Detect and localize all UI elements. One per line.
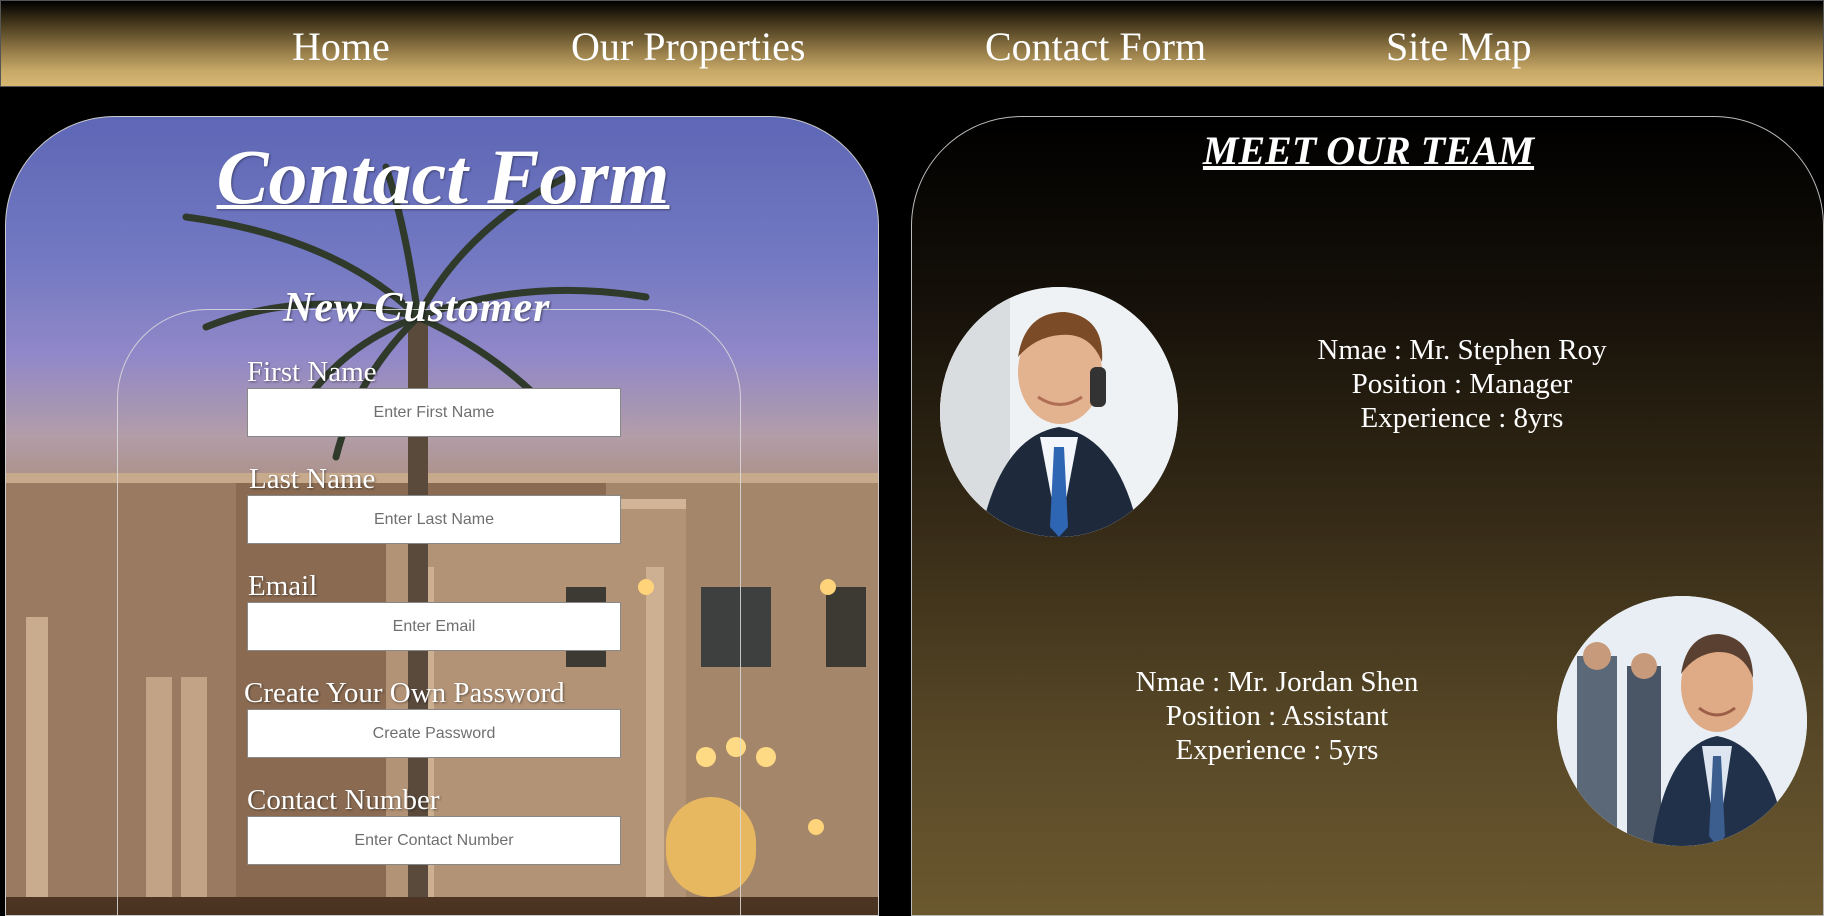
new-customer-fieldset: New Customer First Name Last Name Email … [117,285,741,915]
last-name-input[interactable] [247,495,621,544]
email-label: Email [248,570,318,602]
contact-form-title: Contact Form [216,133,670,220]
contact-number-input[interactable] [247,816,621,865]
nav-contact-form-link[interactable]: Contact Form [985,23,1206,71]
team-member-2-info: Nmae : Mr. Jordan Shen Position : Assist… [1057,665,1497,767]
jordan-shen-photo [1557,596,1807,846]
nav-properties-link[interactable]: Our Properties [571,23,805,71]
team-member-1-info: Nmae : Mr. Stephen Roy Position : Manage… [1242,333,1682,435]
new-customer-legend: New Customer [283,285,551,331]
first-name-input[interactable] [247,388,621,437]
nav-site-map-link[interactable]: Site Map [1386,23,1532,71]
team-member-1-name: Nmae : Mr. Stephen Roy [1317,334,1607,366]
password-input[interactable] [247,709,621,758]
team-member-2-position: Position : Assistant [1165,700,1389,732]
team-member-2-experience: Experience : 5yrs [1175,734,1379,766]
last-name-label: Last Name [249,463,376,495]
meet-our-team-title: MEET OUR TEAM [1202,128,1535,173]
password-label: Create Your Own Password [244,677,565,709]
first-name-label: First Name [247,356,377,388]
top-navbar: Home Our Properties Contact Form Site Ma… [0,0,1824,87]
nav-home-link[interactable]: Home [292,23,390,71]
team-member-1-experience: Experience : 8yrs [1360,402,1564,434]
team-member-2-name: Nmae : Mr. Jordan Shen [1135,666,1419,698]
team-member-1-position: Position : Manager [1351,368,1573,400]
email-input[interactable] [247,602,621,651]
contact-number-label: Contact Number [247,784,440,816]
team-panel: MEET OUR TEAM Nmae : Mr. Stephen Roy Pos… [911,116,1824,916]
stephen-roy-photo [940,287,1178,537]
contact-form-panel: Contact Form New Customer First Name Las… [5,116,879,916]
